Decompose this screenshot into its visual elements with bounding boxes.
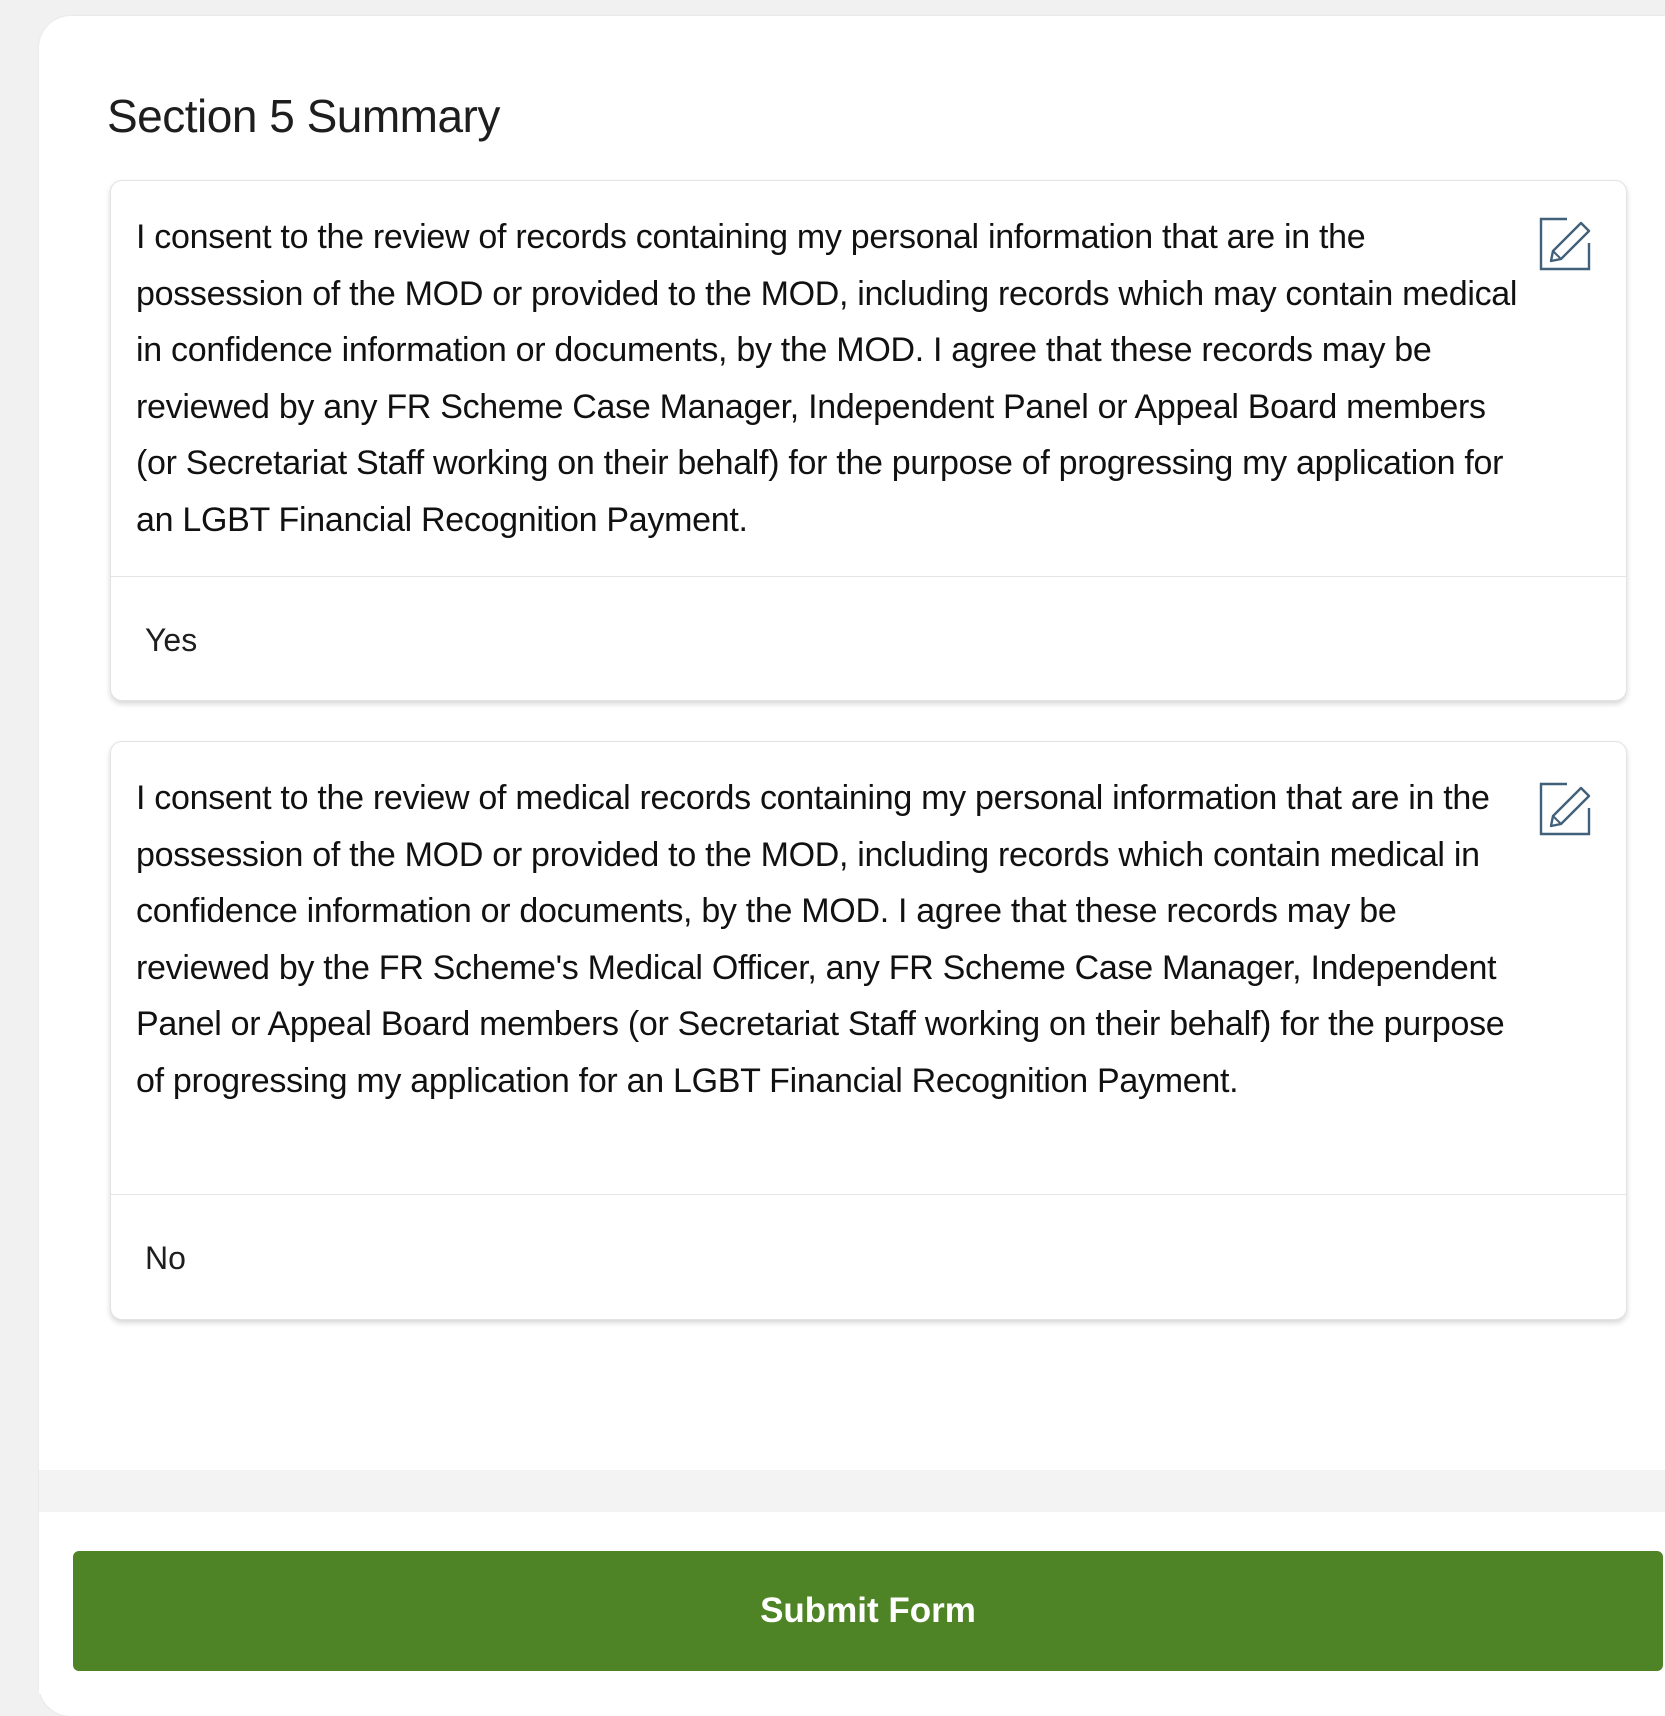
footer-separator <box>39 1470 1665 1512</box>
card-divider <box>111 1194 1626 1195</box>
edit-button[interactable] <box>1537 213 1593 273</box>
edit-icon <box>1539 217 1591 271</box>
card-answer: Yes <box>145 622 198 658</box>
card-divider <box>111 576 1626 577</box>
submit-form-button[interactable]: Submit Form <box>73 1551 1663 1671</box>
section-title: Section 5 Summary <box>107 90 500 142</box>
edit-icon <box>1539 782 1591 836</box>
card-question: I consent to the review of records conta… <box>136 218 1518 539</box>
edit-button[interactable] <box>1537 778 1593 838</box>
card-question: I consent to the review of medical recor… <box>136 779 1505 1100</box>
summary-card-records-consent: I consent to the review of records conta… <box>110 180 1627 701</box>
summary-card-medical-consent: I consent to the review of medical recor… <box>110 741 1627 1320</box>
card-answer: No <box>145 1240 186 1276</box>
